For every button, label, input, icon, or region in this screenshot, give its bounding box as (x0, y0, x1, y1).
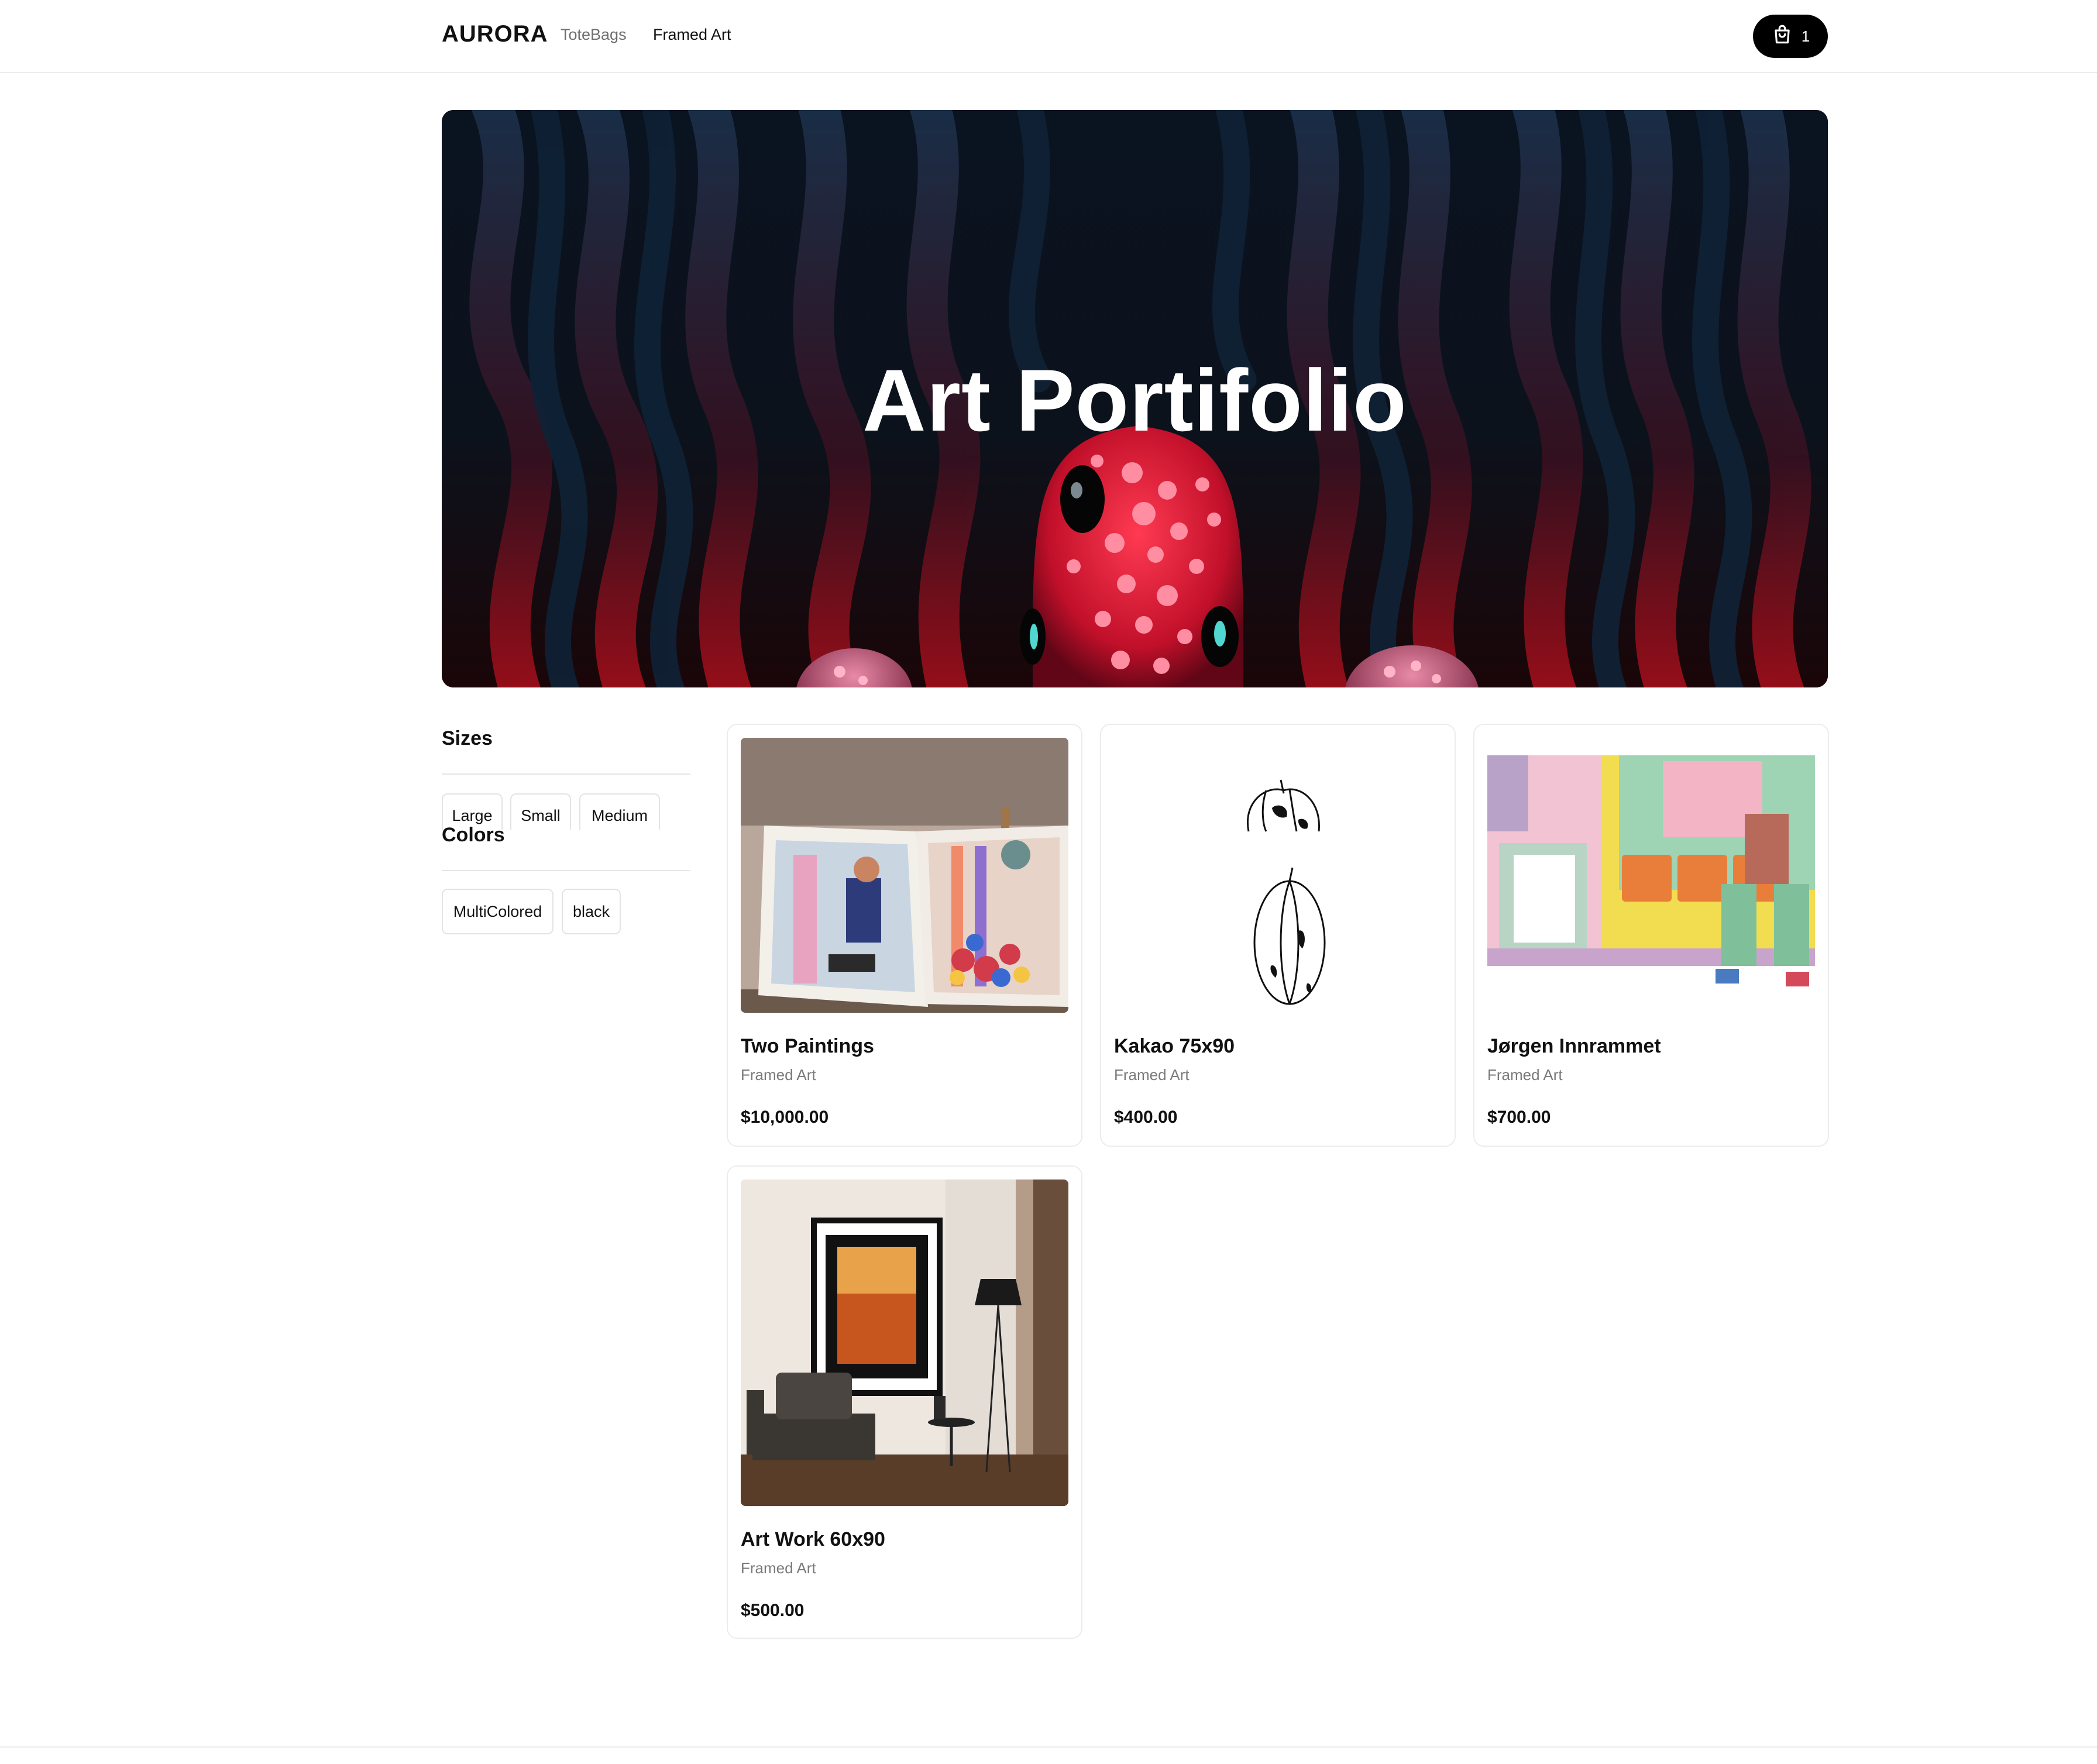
color-chip-black[interactable]: black (562, 889, 621, 934)
filter-heading-colors: Colors (442, 824, 505, 846)
nav-link-framed-art[interactable]: Framed Art (653, 26, 731, 44)
product-card[interactable]: Jørgen Innrammet Framed Art $700.00 (1473, 724, 1829, 1147)
size-chip-small[interactable]: Small (510, 793, 571, 830)
product-card[interactable]: Art Work 60x90 Framed Art $500.00 (727, 1165, 1082, 1639)
color-chip-multicolored[interactable]: MultiColored (442, 889, 554, 934)
product-image[interactable] (1114, 738, 1442, 1013)
product-price: $400.00 (1114, 1108, 1178, 1127)
product-category: Framed Art (1487, 1066, 1563, 1084)
product-image[interactable] (741, 738, 1068, 1013)
filter-heading-sizes: Sizes (442, 727, 493, 749)
product-title[interactable]: Kakao 75x90 (1114, 1035, 1235, 1058)
shopping-bag-icon (1771, 24, 1793, 49)
hero-title: Art Portifolio (862, 351, 1407, 449)
footer-divider (0, 1746, 2097, 1748)
filter-divider (442, 870, 690, 871)
product-category: Framed Art (741, 1066, 816, 1084)
size-chip-medium[interactable]: Medium (579, 793, 660, 830)
filter-divider (442, 773, 690, 775)
product-title[interactable]: Two Paintings (741, 1035, 874, 1058)
cart-count: 1 (1801, 27, 1810, 45)
nav-link-totebags[interactable]: ToteBags (561, 26, 627, 44)
product-image[interactable] (741, 1180, 1068, 1506)
product-card[interactable]: Kakao 75x90 Framed Art $400.00 (1100, 724, 1456, 1147)
product-title[interactable]: Art Work 60x90 (741, 1528, 885, 1551)
product-price: $700.00 (1487, 1108, 1551, 1127)
product-card[interactable]: Two Paintings Framed Art $10,000.00 (727, 724, 1082, 1147)
product-image[interactable] (1487, 738, 1815, 1013)
product-category: Framed Art (741, 1559, 816, 1577)
product-title[interactable]: Jørgen Innrammet (1487, 1035, 1661, 1058)
product-category: Framed Art (1114, 1066, 1190, 1084)
site-header: AURORA ToteBags Framed Art 1 (0, 0, 2097, 73)
hero-banner: Art Portifolio (442, 110, 1828, 687)
product-price: $10,000.00 (741, 1108, 829, 1127)
brand-logo[interactable]: AURORA (442, 21, 548, 47)
cart-button[interactable]: 1 (1753, 15, 1828, 58)
product-price: $500.00 (741, 1601, 805, 1620)
